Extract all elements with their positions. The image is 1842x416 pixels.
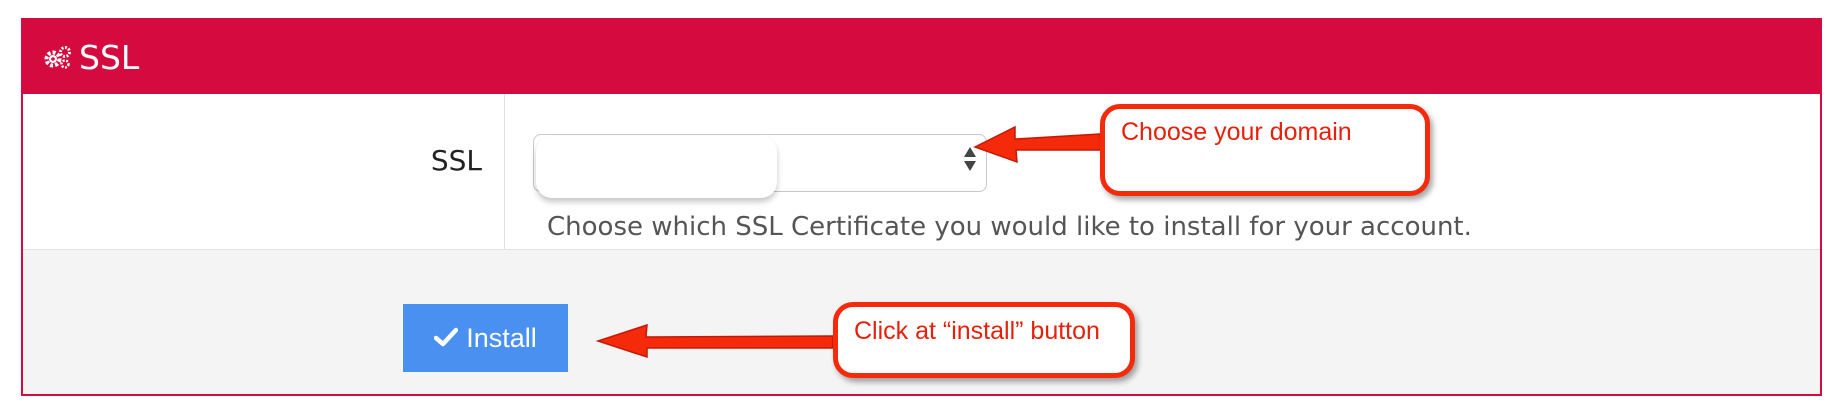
- ssl-field-label: SSL: [430, 144, 482, 177]
- ssl-form-row: SSL Choose which SSL Certificate you wou…: [23, 94, 1820, 250]
- install-button-label: Install: [466, 322, 537, 353]
- callout-choose-domain: Choose your domain: [1100, 104, 1430, 196]
- label-column: SSL: [23, 94, 505, 249]
- panel-header: SSL: [23, 20, 1820, 94]
- cogs-icon: [43, 44, 73, 70]
- panel-title: SSL: [79, 37, 140, 77]
- help-text: Choose which SSL Certificate you would l…: [547, 212, 1472, 242]
- redacted-domain-overlay: [536, 136, 777, 198]
- select-arrows-icon: [964, 147, 976, 171]
- install-button[interactable]: Install: [403, 304, 568, 372]
- callout-click-install: Click at “install” button: [833, 302, 1135, 378]
- check-icon: [433, 323, 459, 354]
